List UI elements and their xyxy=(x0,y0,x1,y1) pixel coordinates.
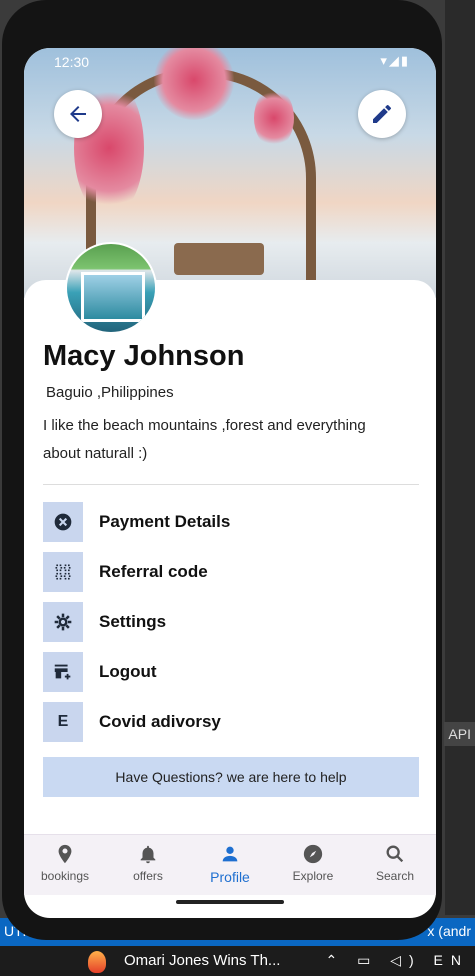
phone-frame: 12:30 ▾◢▮ Macy Johnson Baguio ,Philippin… xyxy=(2,0,442,940)
person-icon xyxy=(222,846,238,862)
nav-label: Search xyxy=(375,869,415,883)
compass-icon xyxy=(303,844,323,864)
menu-referral-code[interactable]: Referral code xyxy=(43,552,419,592)
menu-logout[interactable]: Logout xyxy=(43,652,419,692)
menu-covid-advisory[interactable]: E Covid adivorsy xyxy=(43,702,419,742)
avatar[interactable] xyxy=(65,242,157,334)
api-tag: API xyxy=(444,722,475,746)
nav-offers[interactable]: offers xyxy=(108,843,188,883)
back-button[interactable] xyxy=(54,90,102,138)
os-taskbar: Omari Jones Wins Th... ⌃ ▭ ◁) EN xyxy=(0,946,475,976)
grid-icon xyxy=(43,552,83,592)
menu-payment-details[interactable]: Payment Details xyxy=(43,502,419,542)
nav-label: bookings xyxy=(40,869,90,883)
menu-label: Logout xyxy=(99,662,157,681)
profile-bio: I like the beach mountains ,forest and e… xyxy=(43,417,366,462)
nav-label: Profile xyxy=(210,869,250,885)
menu-settings[interactable]: Settings xyxy=(43,602,419,642)
taskbar-news-text[interactable]: Omari Jones Wins Th... xyxy=(124,952,280,969)
nav-explore[interactable]: Explore xyxy=(273,843,353,883)
status-time: 12:30 xyxy=(54,54,90,70)
bottom-navigation: bookings offers Profile Explore Search xyxy=(24,834,436,895)
pencil-icon xyxy=(373,104,391,123)
ide-status-right: x (andr xyxy=(427,923,471,939)
bell-icon xyxy=(140,845,156,864)
nav-label: Explore xyxy=(292,869,334,883)
app-screen: 12:30 ▾◢▮ Macy Johnson Baguio ,Philippin… xyxy=(24,48,436,918)
edit-button[interactable] xyxy=(358,90,406,138)
home-indicator[interactable] xyxy=(176,900,284,904)
menu-label: Settings xyxy=(99,612,167,631)
avatar-window-image xyxy=(81,272,145,322)
nav-bookings[interactable]: bookings xyxy=(25,843,105,883)
cancel-circle-icon xyxy=(43,502,83,542)
gear-icon xyxy=(43,602,83,642)
cover-flowers xyxy=(254,88,294,148)
status-icons: ▾◢▮ xyxy=(380,53,410,68)
location-pin-icon xyxy=(58,844,72,864)
profile-name: Macy Johnson xyxy=(43,340,245,372)
help-button[interactable]: Have Questions? we are here to help xyxy=(43,757,419,797)
system-tray[interactable]: ⌃ ▭ ◁) EN xyxy=(325,952,469,969)
nav-search[interactable]: Search xyxy=(355,843,435,883)
profile-location: Baguio ,Philippines xyxy=(46,384,174,401)
weather-flame-icon[interactable] xyxy=(88,951,106,973)
search-icon xyxy=(386,845,404,863)
menu-label: Payment Details xyxy=(99,512,231,531)
desktop-background xyxy=(445,0,475,915)
arrow-back-icon xyxy=(70,106,86,122)
store-add-icon xyxy=(43,652,83,692)
cover-swing xyxy=(174,243,264,275)
letter-e-icon: E xyxy=(43,702,83,742)
nav-label: offers xyxy=(133,869,163,883)
menu-label: Referral code xyxy=(99,562,208,581)
nav-profile[interactable]: Profile xyxy=(190,843,270,885)
menu-label: Covid adivorsy xyxy=(99,712,221,731)
divider xyxy=(43,484,419,485)
